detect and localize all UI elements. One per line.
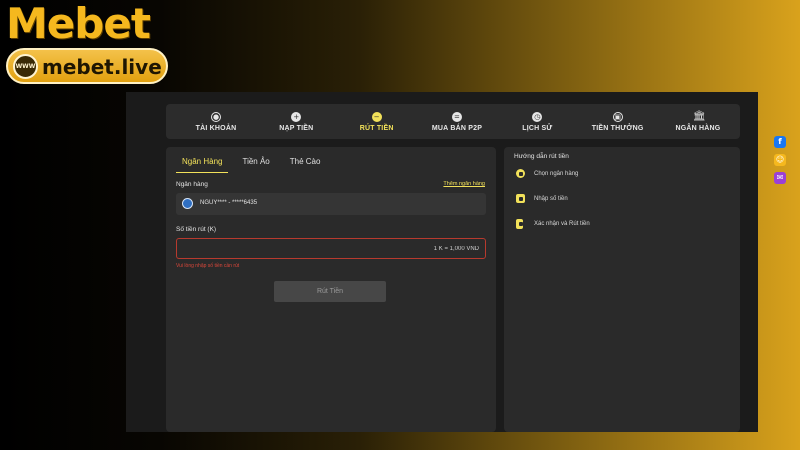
guide-step: Nhập số tiền [516, 194, 568, 203]
plus-circle-icon: + [291, 111, 302, 122]
gift-icon: ▣ [612, 111, 623, 122]
nav-bonus[interactable]: ▣ TIỀN THƯỞNG [586, 104, 650, 139]
guide-title: Hướng dẫn rút tiền [514, 153, 569, 160]
nav-label: LỊCH SỬ [522, 124, 553, 132]
withdraw-panel: Ngân Hàng Tiền Ảo Thẻ Cào Ngân hàng Thêm… [166, 147, 496, 432]
nav-bank[interactable]: 🏛 NGÂN HÀNG [666, 104, 730, 139]
nav-label: TIỀN THƯỞNG [591, 124, 644, 132]
bank-account-value: NGUY**** - *****6435 [200, 200, 258, 206]
guide-step-text: Xác nhận và Rút tiền [534, 221, 590, 227]
top-navigation: ● TÀI KHOẢN + NẠP TIỀN − RÚT TIỀN = MUA … [166, 104, 740, 139]
facebook-icon[interactable]: f [774, 136, 786, 148]
guide-step-text: Chọn ngân hàng [534, 170, 579, 177]
nav-withdraw[interactable]: − RÚT TIỀN [345, 104, 409, 139]
app-window: ● TÀI KHOẢN + NẠP TIỀN − RÚT TIỀN = MUA … [126, 92, 758, 432]
withdraw-method-tabs: Ngân Hàng Tiền Ảo Thẻ Cào [176, 155, 334, 173]
nav-label: RÚT TIỀN [359, 124, 394, 132]
bank-icon: 🏛 [692, 110, 706, 122]
user-icon: ● [211, 111, 221, 122]
nav-account[interactable]: ● TÀI KHOẢN [184, 104, 248, 139]
messenger-icon[interactable]: ✉ [774, 172, 786, 184]
nav-p2p[interactable]: = MUA BÁN P2P [425, 104, 489, 139]
minus-circle-icon: − [371, 111, 382, 122]
brand-logo: Mebet WWW mebet.live [4, 2, 168, 88]
exchange-icon: = [451, 111, 462, 122]
amount-input[interactable] [176, 238, 486, 259]
bank-check-icon [516, 169, 525, 178]
nav-label: MUA BÁN P2P [431, 124, 483, 132]
nav-label: NẠP TIỀN [279, 124, 314, 132]
tab-card[interactable]: Thẻ Cào [284, 155, 327, 173]
tab-crypto[interactable]: Tiền Ảo [236, 155, 275, 173]
guide-step-text: Nhập số tiền [534, 195, 568, 202]
globe-icon: WWW [13, 54, 38, 79]
withdraw-guide-panel: Hướng dẫn rút tiền Chọn ngân hàng Nhập s… [504, 147, 740, 432]
amount-error-message: Vui lòng nhập số tiền cần rút [176, 263, 240, 269]
brand-url: mebet.live [42, 55, 162, 79]
nav-label: NGÂN HÀNG [675, 124, 721, 132]
support-icon[interactable]: ☺ [774, 154, 786, 166]
brand-url-badge: WWW mebet.live [6, 48, 168, 84]
bank-account-select[interactable]: NGUY**** - *****6435 [176, 193, 486, 215]
nav-deposit[interactable]: + NẠP TIỀN [264, 104, 328, 139]
amount-field-label: Số tiền rút (K) [176, 226, 217, 233]
bank-logo-icon [182, 198, 193, 209]
money-icon [516, 194, 525, 203]
phone-confirm-icon [516, 219, 523, 229]
add-bank-link[interactable]: Thêm ngân hàng [443, 181, 485, 187]
guide-step: Chọn ngân hàng [516, 169, 578, 178]
nav-label: TÀI KHOẢN [195, 124, 237, 132]
brand-wordmark: Mebet [6, 0, 151, 48]
bank-field-label: Ngân hàng [176, 181, 208, 188]
nav-history[interactable]: ◷ LỊCH SỬ [505, 104, 569, 139]
clock-icon: ◷ [532, 111, 543, 122]
guide-step: Xác nhận và Rút tiền [516, 219, 590, 229]
withdraw-submit-button[interactable]: Rút Tiền [274, 281, 386, 302]
tab-bank[interactable]: Ngân Hàng [176, 155, 229, 173]
